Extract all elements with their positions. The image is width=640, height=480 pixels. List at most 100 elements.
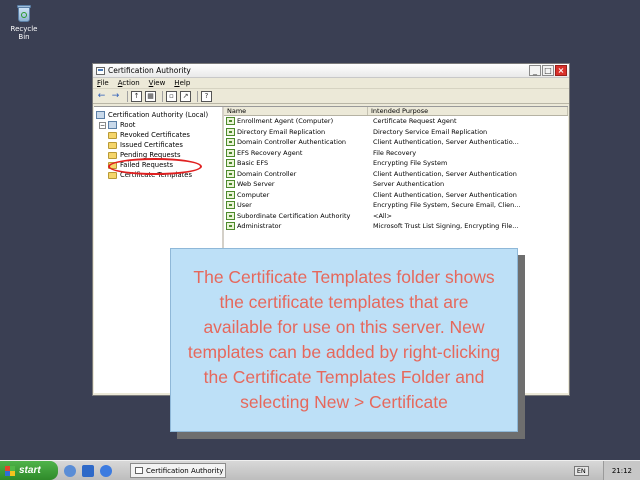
- tree-node-label: Root: [120, 121, 136, 129]
- list-item[interactable]: Domain Controller Client Authentication, …: [224, 169, 568, 180]
- certificate-template-icon: [226, 190, 235, 199]
- up-folder-icon[interactable]: ↑: [131, 90, 142, 102]
- template-purpose: <All>: [373, 211, 392, 220]
- close-button[interactable]: ×: [555, 65, 567, 76]
- list-item[interactable]: Directory Email Replication Directory Ser…: [224, 127, 568, 138]
- menu-action[interactable]: Action: [118, 79, 140, 87]
- list-header: Name Intended Purpose: [224, 107, 568, 116]
- console-tree-icon[interactable]: ▦: [145, 90, 156, 102]
- cell-name: Web Server: [224, 180, 368, 189]
- minimize-button[interactable]: _: [529, 65, 541, 76]
- forward-arrow-icon[interactable]: →: [110, 91, 121, 102]
- list-item[interactable]: User Encrypting File System, Secure Email…: [224, 200, 568, 211]
- tree-node-revoked[interactable]: Revoked Certificates: [96, 130, 222, 140]
- maximize-button[interactable]: □: [542, 65, 554, 76]
- template-name: Basic EFS: [237, 159, 269, 168]
- list-item[interactable]: EFS Recovery Agent File Recovery: [224, 148, 568, 159]
- certificate-template-icon: [226, 211, 235, 220]
- toolbar-separator: [197, 90, 198, 102]
- tree-node-label: Revoked Certificates: [120, 131, 190, 139]
- server-icon: [108, 121, 117, 129]
- certificate-template-icon: [226, 180, 235, 189]
- template-purpose: Client Authentication, Server Authentica…: [373, 190, 517, 199]
- collapse-icon[interactable]: −: [99, 121, 106, 129]
- system-tray: EN 21:12: [573, 461, 640, 480]
- tree-node-root[interactable]: − Root: [96, 120, 222, 130]
- template-name: Domain Controller Authentication: [237, 138, 347, 147]
- tutorial-callout: The Certificate Templates folder shows t…: [170, 248, 518, 432]
- list-item[interactable]: Web Server Server Authentication: [224, 179, 568, 190]
- tree-node-issued[interactable]: Issued Certificates: [96, 140, 222, 150]
- template-purpose: Encrypting File System, Secure Email, Cl…: [373, 201, 521, 210]
- internet-explorer-icon[interactable]: [100, 464, 112, 477]
- list-item[interactable]: Administrator Microsoft Trust List Signin…: [224, 221, 568, 232]
- folder-icon: [108, 171, 117, 179]
- ca-icon: [96, 111, 105, 119]
- template-name: Directory Email Replication: [237, 127, 326, 136]
- template-purpose: Client Authentication, Server Authentica…: [373, 138, 519, 147]
- help-icon[interactable]: ?: [201, 90, 212, 102]
- taskbar: start Certification Authority EN 21:12: [0, 460, 640, 480]
- template-name: Computer: [237, 190, 270, 199]
- folder-icon: [108, 131, 117, 139]
- list-item[interactable]: Domain Controller Authentication Client A…: [224, 137, 568, 148]
- template-name: Subordinate Certification Authority: [237, 211, 351, 220]
- certificate-template-icon: [226, 159, 235, 168]
- toolbar: ← → ↑ ▦ ▫ ↗ ?: [93, 89, 569, 104]
- window-title: Certification Authority: [108, 66, 191, 75]
- back-arrow-icon[interactable]: ←: [96, 91, 107, 102]
- list-item[interactable]: Computer Client Authentication, Server Au…: [224, 190, 568, 201]
- cell-name: User: [224, 201, 368, 210]
- list-rows: Enrollment Agent (Computer) Certificate R…: [224, 116, 568, 232]
- callout-text: The Certificate Templates folder shows t…: [187, 267, 501, 412]
- column-header-purpose[interactable]: Intended Purpose: [368, 107, 568, 115]
- list-item[interactable]: Basic EFS Encrypting File System: [224, 158, 568, 169]
- template-purpose: Certificate Request Agent: [373, 117, 457, 126]
- certificate-template-icon: [226, 169, 235, 178]
- template-purpose: Directory Service Email Replication: [373, 127, 488, 136]
- certificate-template-icon: [226, 138, 235, 147]
- language-indicator[interactable]: EN: [573, 465, 589, 476]
- template-name: Web Server: [237, 180, 275, 189]
- certificate-template-icon: [226, 201, 235, 210]
- certificate-template-icon: [226, 117, 235, 126]
- recycle-bin-label: Recycle Bin: [10, 25, 38, 41]
- export-icon[interactable]: ↗: [180, 90, 191, 102]
- menu-bar: File Action View Help: [93, 78, 569, 89]
- folder-icon: [108, 151, 117, 159]
- cell-name: Domain Controller: [224, 169, 368, 178]
- list-item[interactable]: Enrollment Agent (Computer) Certificate R…: [224, 116, 568, 127]
- taskbar-item-label: Certification Authority: [146, 466, 224, 475]
- menu-view[interactable]: View: [149, 79, 166, 87]
- properties-icon[interactable]: ▫: [166, 90, 177, 102]
- template-purpose: Encrypting File System: [373, 159, 448, 168]
- windows-logo-icon: [5, 465, 15, 476]
- tree-node-label: Certification Authority (Local): [108, 111, 209, 119]
- toolbar-separator: [162, 90, 163, 102]
- tree-node-ca-local[interactable]: Certification Authority (Local): [96, 110, 222, 120]
- cell-name: Directory Email Replication: [224, 127, 368, 136]
- cell-name: Basic EFS: [224, 159, 368, 168]
- template-name: Domain Controller: [237, 169, 297, 178]
- menu-help[interactable]: Help: [174, 79, 190, 87]
- toolbar-separator: [127, 90, 128, 102]
- cell-name: Domain Controller Authentication: [224, 138, 368, 147]
- menu-file[interactable]: File: [97, 79, 109, 87]
- template-name: User: [237, 201, 252, 210]
- cell-name: Administrator: [224, 222, 368, 231]
- certificate-template-icon: [226, 148, 235, 157]
- show-desktop-icon[interactable]: [64, 464, 76, 477]
- list-item[interactable]: Subordinate Certification Authority <All>: [224, 211, 568, 222]
- cell-name: Computer: [224, 190, 368, 199]
- tree-node-label: Issued Certificates: [120, 141, 183, 149]
- window-titlebar[interactable]: Certification Authority _ □ ×: [93, 64, 569, 78]
- app-icon: [96, 66, 105, 75]
- clock[interactable]: 21:12: [602, 461, 640, 480]
- explorer-icon[interactable]: [82, 464, 94, 477]
- desktop-recycle-bin[interactable]: Recycle Bin: [4, 3, 44, 41]
- taskbar-item-certification-authority[interactable]: Certification Authority: [130, 463, 226, 478]
- start-button[interactable]: start: [0, 461, 58, 480]
- column-header-name[interactable]: Name: [224, 107, 368, 115]
- cell-name: Subordinate Certification Authority: [224, 211, 368, 220]
- template-purpose: Server Authentication: [373, 180, 445, 189]
